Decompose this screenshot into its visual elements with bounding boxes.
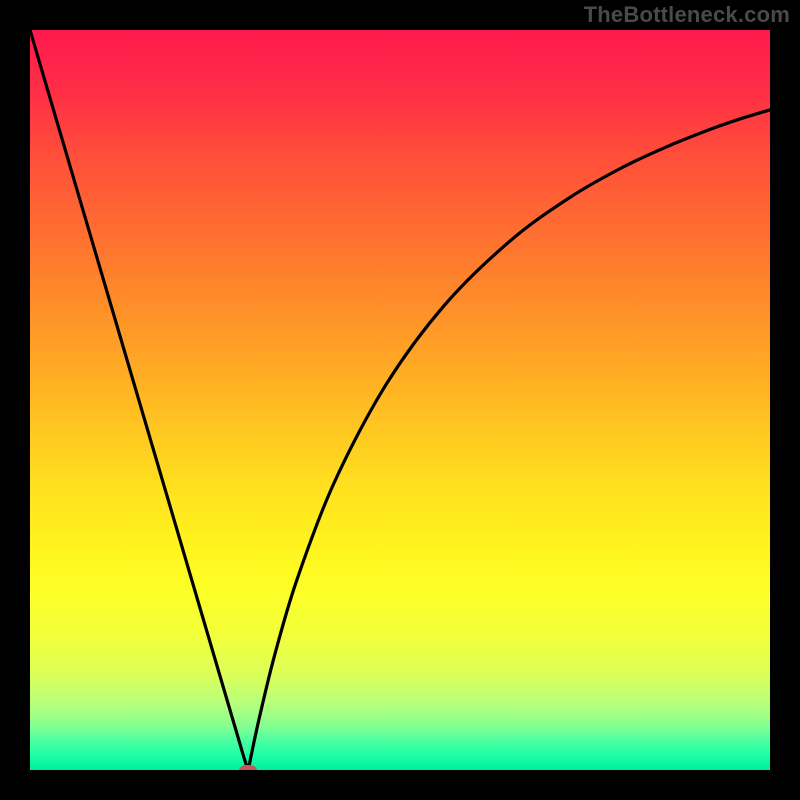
- chart-frame: TheBottleneck.com: [0, 0, 800, 800]
- watermark-text: TheBottleneck.com: [584, 2, 790, 28]
- plot-area: [30, 30, 770, 770]
- bottleneck-curve: [30, 30, 770, 770]
- curve-right-path: [248, 110, 770, 770]
- curve-left-path: [30, 30, 248, 770]
